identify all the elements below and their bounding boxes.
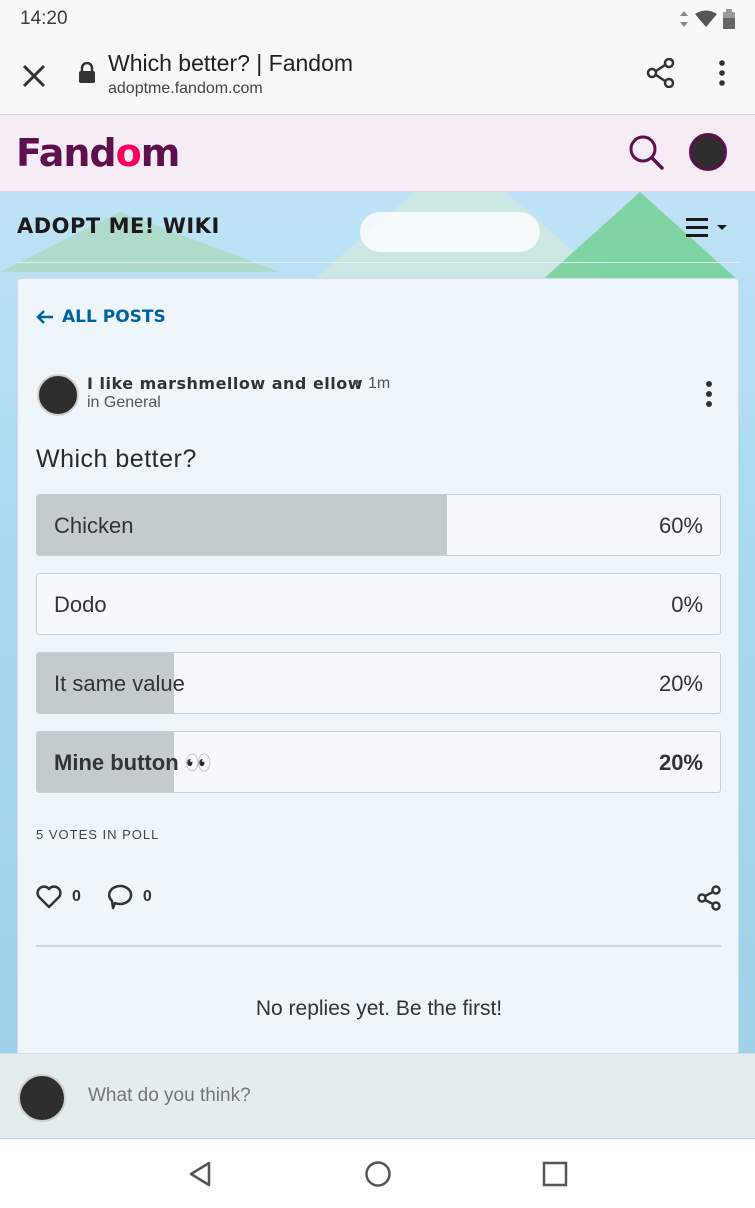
logo-text-heart: o	[115, 131, 142, 175]
no-replies-message: No replies yet. Be the first!	[255, 997, 503, 1020]
page-title: Which better? | Fandom	[108, 50, 354, 76]
poll-option-label: Mine button 👀	[54, 750, 213, 775]
post-category[interactable]: in General	[87, 394, 161, 412]
current-user-avatar	[18, 1074, 66, 1122]
status-icons	[679, 9, 735, 29]
poll-option-label: Dodo	[54, 592, 107, 617]
reply-input[interactable]	[88, 1085, 688, 1107]
comment-icon	[107, 884, 133, 910]
comment-count: 0	[142, 888, 152, 905]
browser-toolbar: Which better? | Fandom adoptme.fandom.co…	[0, 38, 755, 115]
comment-button[interactable]: 0	[107, 884, 152, 910]
fandom-header: Fandom	[0, 115, 755, 192]
poll-option-percent: 60%	[658, 513, 703, 538]
all-posts-label: ALL POSTS	[62, 307, 166, 327]
poll-option-label: Chicken	[54, 513, 134, 538]
author-name[interactable]: I like marshmellow and ellow	[87, 374, 363, 393]
recents-icon[interactable]	[542, 1161, 568, 1187]
poll-option-label: It same value	[54, 671, 185, 696]
poll-option[interactable]: It same value 20%	[36, 652, 721, 714]
search-icon[interactable]	[627, 133, 665, 171]
all-posts-link[interactable]: ALL POSTS	[36, 307, 166, 327]
post-actions: 0 0	[36, 884, 178, 910]
share-icon[interactable]	[696, 885, 722, 911]
poll-option[interactable]: Chicken 60%	[36, 494, 721, 556]
fandom-logo[interactable]: Fandom	[16, 131, 181, 175]
lock-icon	[79, 62, 95, 83]
meta-separator: •	[354, 374, 360, 391]
poll-option[interactable]: Dodo 0%	[36, 573, 721, 635]
close-icon[interactable]	[20, 62, 48, 90]
back-icon[interactable]	[187, 1160, 213, 1188]
banner-divider	[17, 262, 739, 263]
poll-option[interactable]: Mine button 👀 20%	[36, 731, 721, 793]
browser-menu-icon[interactable]	[712, 58, 732, 88]
page-url[interactable]: adoptme.fandom.com	[108, 80, 263, 98]
like-count: 0	[72, 888, 81, 905]
reply-composer	[0, 1053, 755, 1139]
arrow-left-icon	[36, 310, 53, 324]
home-icon[interactable]	[364, 1160, 392, 1188]
wiki-title[interactable]: ADOPT ME! WIKI	[17, 214, 220, 238]
share-icon[interactable]	[646, 58, 676, 88]
logo-text-pre: Fand	[16, 131, 117, 175]
post-card: ALL POSTS I like marshmellow and ellow •…	[17, 278, 739, 1078]
post-time: 1m	[368, 375, 391, 392]
wifi-icon	[695, 10, 717, 27]
hamburger-menu-icon[interactable]	[686, 216, 730, 240]
poll-option-percent: 20%	[658, 671, 703, 696]
user-avatar[interactable]	[689, 133, 727, 171]
author-avatar[interactable]	[37, 374, 79, 416]
logo-text-post: m	[140, 131, 181, 175]
status-bar: 14:20	[0, 0, 755, 38]
data-arrows-icon	[680, 11, 688, 27]
poll-vote-count: 5 VOTES IN POLL	[36, 827, 160, 842]
post-menu-icon[interactable]	[702, 379, 716, 409]
like-button[interactable]: 0	[36, 885, 81, 909]
system-nav-bar	[0, 1140, 755, 1208]
battery-icon	[723, 9, 735, 29]
poll-option-percent: 0%	[671, 592, 703, 617]
divider	[36, 945, 721, 947]
post-title: Which better?	[36, 445, 197, 473]
status-time: 14:20	[20, 8, 68, 29]
heart-icon	[36, 885, 62, 909]
banner-cloud	[360, 212, 540, 252]
poll-option-percent: 20%	[658, 750, 703, 775]
